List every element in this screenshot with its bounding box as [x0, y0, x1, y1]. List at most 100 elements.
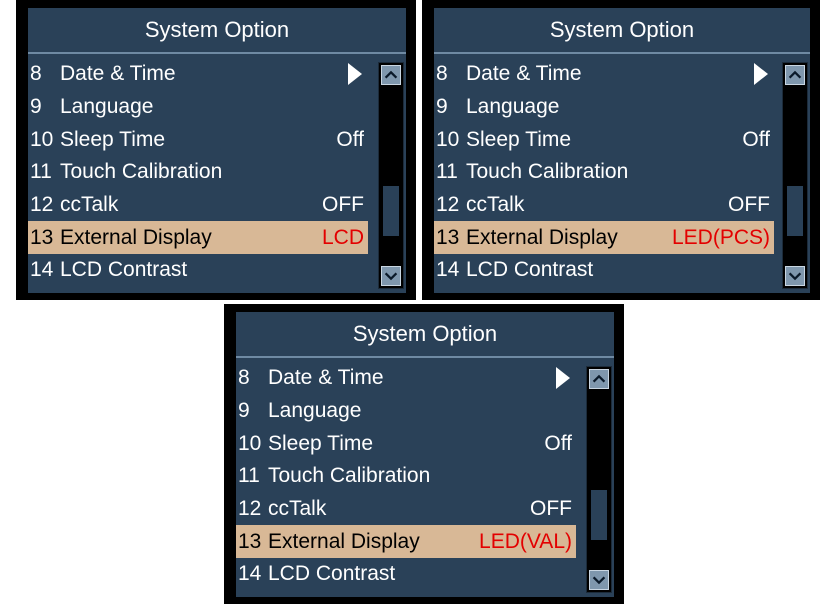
- item-value: OFF: [530, 497, 572, 521]
- item-number: 9: [436, 95, 448, 119]
- scroll-down-button[interactable]: [589, 570, 609, 590]
- list-item-external-display[interactable]: 13 External Display LED(VAL): [236, 525, 576, 559]
- scroll-up-button[interactable]: [381, 65, 401, 85]
- scroll-up-icon: [592, 374, 606, 383]
- item-value: Off: [742, 127, 770, 151]
- title-divider: [434, 52, 810, 54]
- list-item-date-time[interactable]: 8 Date & Time: [236, 362, 576, 395]
- item-label: LCD Contrast: [466, 258, 594, 282]
- list-item-date-time[interactable]: 8 Date & Time: [434, 58, 774, 91]
- item-number: 14: [30, 258, 54, 282]
- page-title: System Option: [549, 17, 695, 42]
- list-item-touch-calibration[interactable]: 11 Touch Calibration: [236, 460, 576, 493]
- item-label: Touch Calibration: [60, 160, 223, 184]
- item-label: External Display: [60, 225, 212, 249]
- list-item-language[interactable]: 9 Language: [434, 91, 774, 124]
- scroll-up-icon: [788, 70, 802, 79]
- list-item-lcd-contrast[interactable]: 14 LCD Contrast: [236, 558, 576, 591]
- list-item-language[interactable]: 9 Language: [236, 395, 576, 428]
- scroll-up-button[interactable]: [785, 65, 805, 85]
- item-number: 8: [238, 366, 250, 390]
- item-label: Language: [268, 399, 362, 423]
- list-item-sleep-time[interactable]: 10 Sleep Time Off: [236, 427, 576, 460]
- item-number: 14: [238, 562, 262, 586]
- item-label: Language: [466, 95, 560, 119]
- item-label: Touch Calibration: [466, 160, 629, 184]
- item-number: 12: [30, 193, 54, 217]
- scroll-up-button[interactable]: [589, 369, 609, 389]
- item-label: LCD Contrast: [60, 258, 188, 282]
- system-option-panel-1: System Option 8 Date & Time 9 Language 1…: [16, 0, 416, 300]
- list-item-lcd-contrast[interactable]: 14 LCD Contrast: [28, 254, 368, 287]
- item-number: 11: [238, 464, 260, 488]
- system-option-panel-3: System Option 8 Date & Time 9 Language 1…: [224, 304, 624, 604]
- item-value: LED(VAL): [479, 529, 572, 553]
- list-item-external-display[interactable]: 13 External Display LCD: [28, 221, 368, 255]
- list-item-cctalk[interactable]: 12 ccTalk OFF: [434, 189, 774, 222]
- title-divider: [236, 356, 614, 358]
- page-title: System Option: [352, 321, 498, 346]
- item-number: 8: [30, 62, 42, 86]
- scroll-thumb[interactable]: [787, 185, 803, 237]
- item-value: LED(PCS): [671, 225, 770, 249]
- item-label: Sleep Time: [466, 127, 572, 151]
- scroll-down-icon: [788, 272, 802, 281]
- item-label: Date & Time: [268, 366, 384, 390]
- item-value: OFF: [728, 193, 770, 217]
- item-label: External Display: [466, 225, 618, 249]
- screen-1: System Option 8 Date & Time 9 Language 1…: [28, 8, 406, 293]
- system-option-panel-2: System Option 8 Date & Time 9 Language 1…: [422, 0, 820, 300]
- scroll-track[interactable]: [787, 91, 803, 260]
- item-number: 8: [436, 62, 448, 86]
- scroll-thumb[interactable]: [591, 489, 607, 541]
- item-label: Language: [60, 95, 154, 119]
- page-title: System Option: [144, 17, 290, 42]
- list-item-date-time[interactable]: 8 Date & Time: [28, 58, 368, 91]
- item-number: 11: [30, 160, 52, 184]
- option-list: 8 Date & Time 9 Language 10 Sleep Time O…: [434, 58, 774, 287]
- list-item-touch-calibration[interactable]: 11 Touch Calibration: [28, 156, 368, 189]
- item-number: 12: [436, 193, 460, 217]
- item-number: 9: [30, 95, 42, 119]
- scroll-track[interactable]: [383, 91, 399, 260]
- scroll-thumb[interactable]: [383, 185, 399, 237]
- item-number: 14: [436, 258, 460, 282]
- item-label: External Display: [268, 529, 420, 553]
- scroll-up-icon: [384, 70, 398, 79]
- item-number: 12: [238, 497, 262, 521]
- list-item-cctalk[interactable]: 12 ccTalk OFF: [28, 189, 368, 222]
- item-label: Touch Calibration: [268, 464, 431, 488]
- list-item-sleep-time[interactable]: 10 Sleep Time Off: [28, 123, 368, 156]
- item-label: ccTalk: [60, 193, 119, 217]
- chevron-right-icon: [556, 367, 570, 390]
- item-value: Off: [336, 127, 364, 151]
- item-number: 9: [238, 399, 250, 423]
- option-list: 8 Date & Time 9 Language 10 Sleep Time O…: [236, 362, 576, 591]
- item-label: ccTalk: [466, 193, 525, 217]
- item-number: 13: [436, 225, 460, 249]
- scroll-track[interactable]: [591, 395, 607, 564]
- item-number: 10: [436, 127, 460, 151]
- item-value: OFF: [322, 193, 364, 217]
- list-item-cctalk[interactable]: 12 ccTalk OFF: [236, 493, 576, 526]
- list-item-touch-calibration[interactable]: 11 Touch Calibration: [434, 156, 774, 189]
- list-item-language[interactable]: 9 Language: [28, 91, 368, 124]
- item-label: LCD Contrast: [268, 562, 396, 586]
- scrollbar[interactable]: [782, 62, 808, 289]
- title-divider: [28, 52, 406, 54]
- scrollbar[interactable]: [586, 366, 612, 593]
- list-item-sleep-time[interactable]: 10 Sleep Time Off: [434, 123, 774, 156]
- list-item-lcd-contrast[interactable]: 14 LCD Contrast: [434, 254, 774, 287]
- scroll-down-button[interactable]: [381, 266, 401, 286]
- item-value: LCD: [321, 225, 364, 249]
- list-item-external-display[interactable]: 13 External Display LED(PCS): [434, 221, 774, 255]
- item-value: Off: [544, 431, 572, 455]
- item-label: Date & Time: [466, 62, 582, 86]
- screen-3: System Option 8 Date & Time 9 Language 1…: [236, 312, 614, 597]
- item-number: 11: [436, 160, 458, 184]
- item-number: 13: [30, 225, 54, 249]
- item-label: Date & Time: [60, 62, 176, 86]
- item-number: 10: [238, 431, 262, 455]
- scrollbar[interactable]: [378, 62, 404, 289]
- scroll-down-button[interactable]: [785, 266, 805, 286]
